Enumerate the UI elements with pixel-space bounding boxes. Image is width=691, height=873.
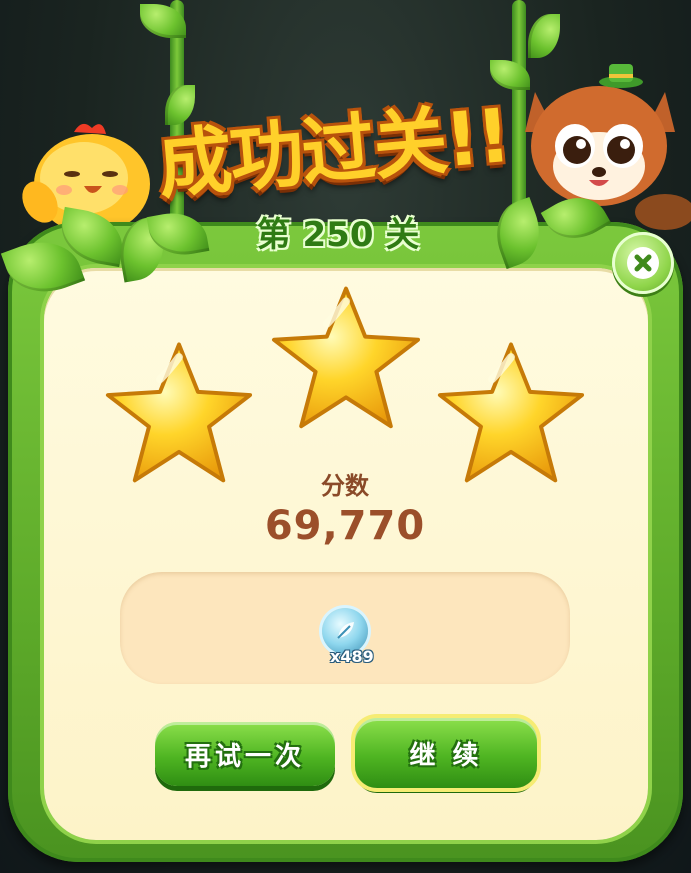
star-icon-right bbox=[437, 342, 585, 483]
close-button[interactable] bbox=[612, 232, 674, 294]
continue-button-label: 继 续 bbox=[409, 740, 483, 771]
star-icon-center bbox=[272, 286, 420, 429]
score-label: 分数 bbox=[321, 472, 369, 500]
close-icon bbox=[627, 247, 659, 279]
reward-count: x489 bbox=[330, 647, 374, 666]
continue-button[interactable]: 继 续 bbox=[355, 718, 537, 788]
star-icon-left bbox=[105, 342, 253, 483]
retry-button-label: 再试一次 bbox=[184, 741, 305, 772]
retry-button[interactable]: 再试一次 bbox=[155, 722, 335, 786]
score-value: 69,770 bbox=[264, 503, 426, 549]
level-number: 第 250 关 bbox=[256, 215, 420, 255]
leaf-decoration bbox=[528, 14, 560, 58]
